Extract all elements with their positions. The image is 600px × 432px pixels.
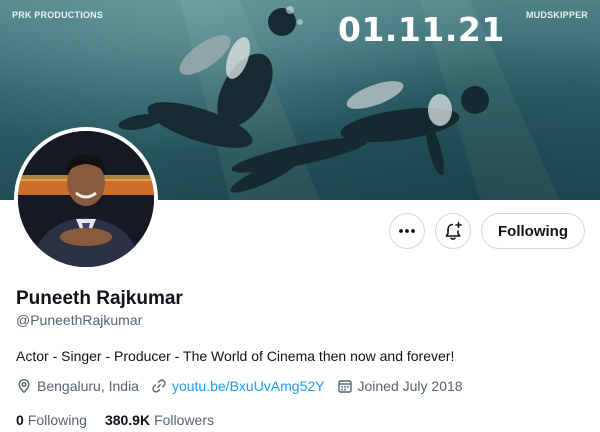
follow-counts: 0 Following 380.9K Followers: [16, 412, 232, 428]
banner-date: 01.11.21: [338, 10, 505, 49]
following-count: 0: [16, 412, 24, 428]
profile-bio: Actor - Singer - Producer - The World of…: [16, 348, 455, 364]
location-text: Bengaluru, India: [37, 378, 139, 394]
location-pin-icon: [18, 379, 30, 394]
joined-date: Joined July 2018: [337, 378, 463, 394]
profile-handle: @PuneethRajkumar: [16, 312, 143, 328]
profile-actions: Following: [389, 213, 585, 249]
followers-count: 380.9K: [104, 412, 151, 428]
notifications-button[interactable]: [435, 213, 472, 249]
website-link[interactable]: youtu.be/BxuUvAmg52Y: [172, 378, 325, 394]
location: Bengaluru, India: [16, 378, 139, 394]
more-icon: [399, 229, 415, 233]
link-icon: [152, 379, 166, 393]
following-count-link[interactable]: 0 Following: [16, 412, 87, 428]
website: youtu.be/BxuUvAmg52Y: [151, 378, 325, 394]
following-label: Following: [27, 412, 87, 428]
followers-count-link[interactable]: 380.9K Followers: [105, 412, 214, 428]
banner-credit-right: MUDSKIPPER: [525, 10, 588, 20]
profile-name: Puneeth Rajkumar: [16, 288, 183, 309]
more-button[interactable]: [389, 213, 426, 249]
following-button[interactable]: Following: [481, 213, 585, 249]
banner-credit-left: PRK PRODUCTIONS: [12, 10, 104, 20]
avatar[interactable]: [14, 127, 158, 271]
avatar-portrait: [18, 131, 154, 267]
bell-plus-icon: [445, 221, 462, 240]
followers-label: Followers: [154, 412, 214, 428]
joined-text: Joined July 2018: [357, 378, 463, 394]
profile-meta: Bengaluru, India youtu.be/BxuUvAmg52Y Jo…: [16, 378, 475, 394]
calendar-icon: [337, 380, 352, 393]
